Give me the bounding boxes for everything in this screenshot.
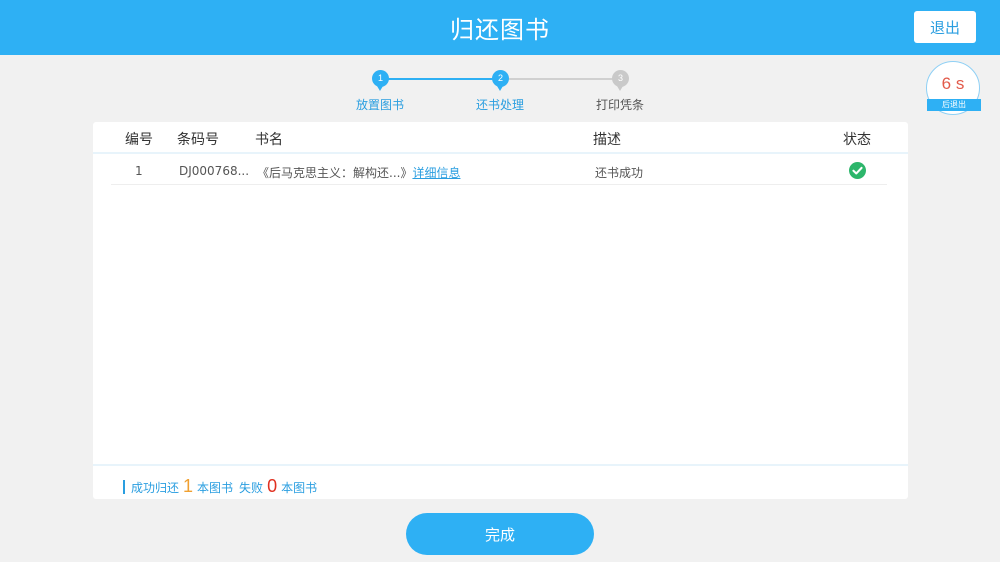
summary-success-suffix: 本图书 bbox=[197, 481, 234, 495]
page-title: 归还图书 bbox=[450, 16, 550, 44]
panel-footer-divider bbox=[93, 464, 908, 466]
exit-button[interactable]: 退出 bbox=[914, 11, 976, 43]
table-header: 编号 条码号 书名 描述 状态 bbox=[93, 122, 908, 154]
stepper-line-completed bbox=[380, 78, 500, 80]
stepper-line-pending bbox=[500, 78, 620, 80]
step-3-label: 打印凭条 bbox=[595, 98, 644, 112]
column-header-status: 状态 bbox=[843, 132, 871, 148]
detail-info-link[interactable]: 详细信息 bbox=[412, 166, 460, 180]
step-2-label: 还书处理 bbox=[475, 98, 524, 112]
return-results-panel: 编号 条码号 书名 描述 状态 1 DJ000768... 《后马克思主义：解构… bbox=[93, 122, 908, 499]
summary-fail-suffix: 本图书 bbox=[281, 481, 318, 495]
row-index: 1 bbox=[135, 164, 143, 178]
table-row: 1 DJ000768... 《后马克思主义：解构还...》详细信息 还书成功 bbox=[111, 157, 887, 185]
step-1-label: 放置图书 bbox=[355, 98, 404, 112]
summary-fail-count: 0 bbox=[267, 476, 278, 496]
column-header-barcode: 条码号 bbox=[177, 132, 219, 148]
step-1-marker: 1 bbox=[372, 70, 389, 91]
countdown-timer: 6 s 后退出 bbox=[926, 61, 981, 115]
step-3-marker: 3 bbox=[612, 70, 629, 91]
countdown-value: 6 s bbox=[941, 74, 965, 93]
step-2-marker: 2 bbox=[492, 70, 509, 91]
done-button[interactable]: 完成 bbox=[406, 513, 594, 555]
summary-accent-bar bbox=[123, 479, 125, 494]
countdown-label: 后退出 bbox=[927, 99, 981, 111]
progress-stepper: 1 2 3 放置图书 还书处理 打印凭条 bbox=[340, 70, 660, 114]
return-summary: 成功归还 1 本图书 失败 0 本图书 bbox=[123, 476, 317, 497]
column-header-index: 编号 bbox=[125, 132, 153, 148]
row-book-title-cell: 《后马克思主义：解构还...》详细信息 bbox=[257, 164, 460, 181]
header-bar: 归还图书 退出 bbox=[0, 0, 1000, 55]
check-circle-icon bbox=[849, 162, 866, 179]
row-book-title: 《后马克思主义：解构还...》 bbox=[257, 166, 413, 180]
row-barcode: DJ000768... bbox=[179, 164, 250, 178]
summary-success-count: 1 bbox=[183, 476, 194, 496]
row-description: 还书成功 bbox=[595, 166, 644, 180]
summary-success-prefix: 成功归还 bbox=[131, 481, 180, 495]
summary-fail-prefix: 失败 bbox=[239, 481, 264, 495]
column-header-description: 描述 bbox=[593, 132, 621, 148]
column-header-title: 书名 bbox=[255, 132, 283, 148]
